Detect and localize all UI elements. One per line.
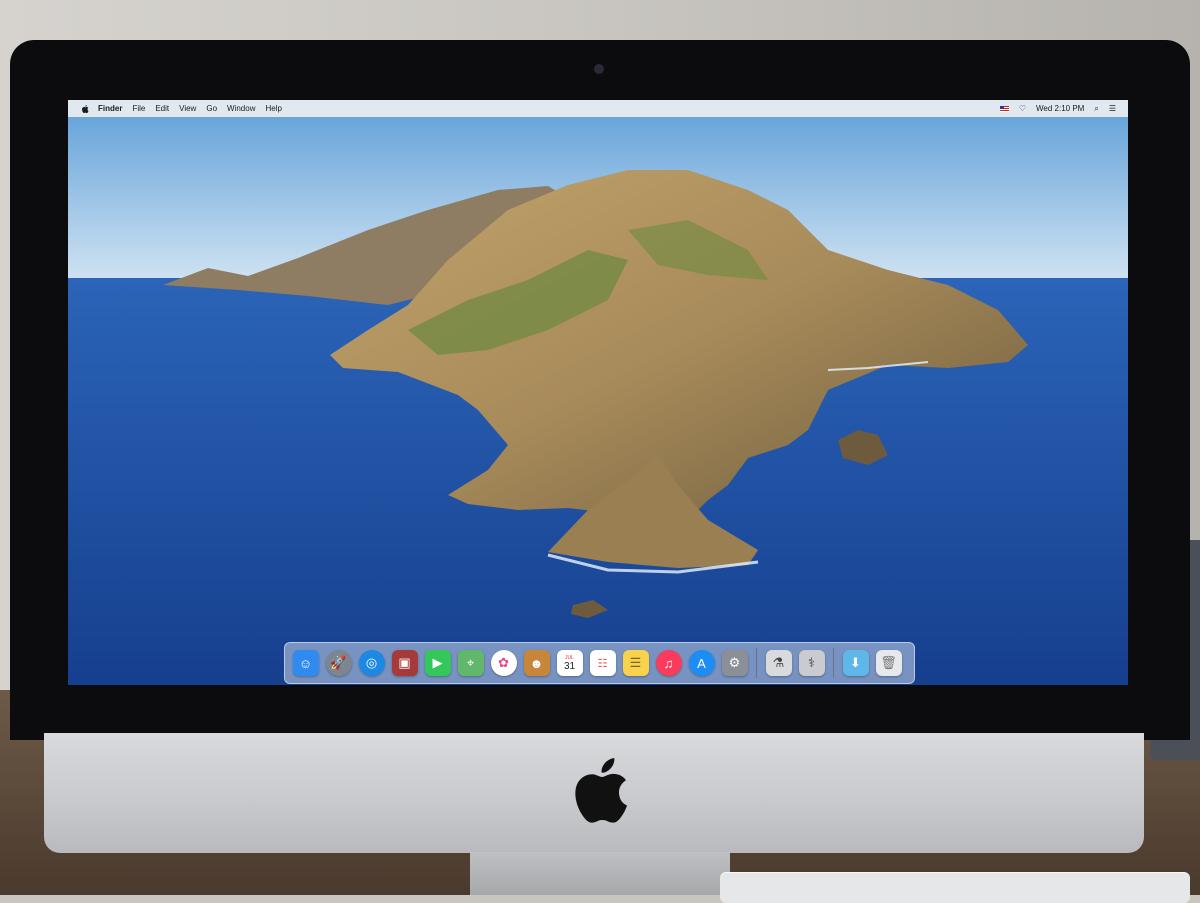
apple-logo-icon: [575, 758, 627, 823]
safari-icon[interactable]: ◎: [358, 650, 385, 676]
menubar-clock[interactable]: Wed 2:10 PM: [1036, 104, 1084, 113]
menu-go[interactable]: Go: [206, 104, 217, 113]
notes-icon[interactable]: ☰: [622, 650, 649, 676]
dock-separator: [833, 648, 834, 678]
facetime-icon[interactable]: ▶: [424, 650, 451, 676]
control-list-icon[interactable]: ☰: [1109, 104, 1116, 113]
menu-window[interactable]: Window: [227, 104, 255, 113]
catalina-wallpaper: [68, 100, 1128, 685]
menu-edit[interactable]: Edit: [155, 104, 169, 113]
input-source-flag-icon[interactable]: [999, 105, 1009, 112]
menu-help[interactable]: Help: [265, 104, 281, 113]
imac-stand: [470, 852, 730, 895]
photo-booth-icon[interactable]: ▣: [391, 650, 418, 676]
desktop-screen: Finder File Edit View Go Window Help ♡ W…: [68, 100, 1128, 685]
finder-icon[interactable]: ☺: [292, 650, 319, 676]
keyboard: [720, 872, 1190, 903]
wifi-icon[interactable]: ♡: [1019, 104, 1026, 113]
photos-icon[interactable]: ✿: [490, 650, 517, 676]
music-icon[interactable]: ♫: [655, 650, 682, 676]
apple-icon[interactable]: [80, 104, 90, 114]
downloads-folder-icon[interactable]: ⬇: [842, 650, 869, 676]
launchpad-icon[interactable]: 🚀: [325, 650, 352, 676]
dock-separator: [756, 648, 757, 678]
system-preferences-icon[interactable]: ⚙: [721, 650, 748, 676]
spotlight-search-icon[interactable]: ⌕: [1094, 104, 1098, 114]
app-store-icon[interactable]: A: [688, 650, 715, 676]
maps-icon[interactable]: ⌖: [457, 650, 484, 676]
network-utility-icon[interactable]: ⚗: [765, 650, 792, 676]
reminders-icon[interactable]: ☷: [589, 650, 616, 676]
contacts-icon[interactable]: ☻: [523, 650, 550, 676]
calendar-day: 31: [563, 660, 576, 672]
menu-bar: Finder File Edit View Go Window Help ♡ W…: [68, 100, 1128, 117]
calendar-icon[interactable]: JUL 31: [556, 650, 583, 676]
dock: ☺ 🚀 ◎ ▣ ▶ ⌖ ✿ ☻ JUL 31 ☷ ☰ ♫ A ⚙ ⚗ ⚕ ⬇ 🗑: [284, 642, 915, 684]
disk-utility-icon[interactable]: ⚕: [798, 650, 825, 676]
menu-file[interactable]: File: [132, 104, 145, 113]
menu-app-name[interactable]: Finder: [98, 104, 122, 113]
menu-view[interactable]: View: [179, 104, 196, 113]
camera: [594, 64, 604, 74]
trash-icon[interactable]: 🗑: [875, 650, 902, 676]
